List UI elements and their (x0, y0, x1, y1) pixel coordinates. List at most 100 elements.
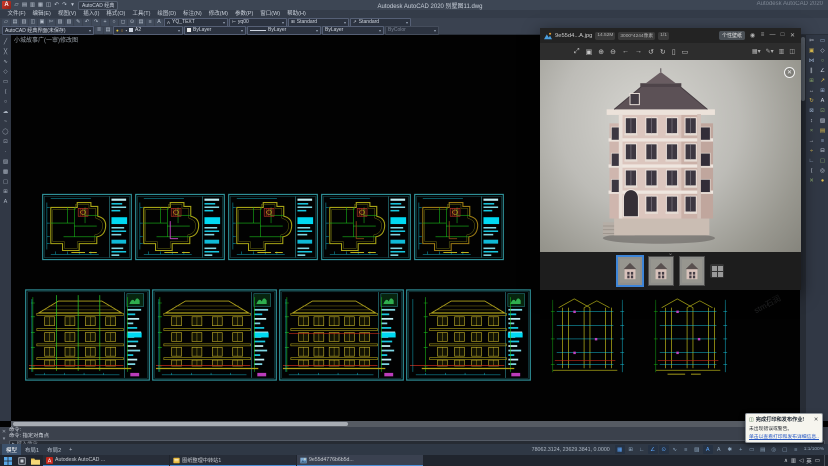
annotation-monitor-icon[interactable]: + (736, 445, 746, 454)
customize-command-icon[interactable]: ✕ (2, 429, 6, 435)
copy-icon[interactable]: ▨ (56, 19, 64, 26)
menu-item[interactable]: 视图(V) (54, 10, 79, 18)
open-file-icon[interactable]: ▤ (21, 1, 28, 9)
move-icon[interactable]: ↔ (807, 87, 816, 95)
group-icon[interactable]: ◎ (818, 167, 827, 175)
zoom-in-icon[interactable]: ⊕ (598, 48, 604, 56)
menu-item[interactable]: 工具(T) (129, 10, 154, 18)
copy-object-icon[interactable]: ▣ (807, 47, 816, 55)
close-icon[interactable]: ✕ (813, 417, 819, 423)
redo-icon[interactable]: ↷ (92, 19, 100, 26)
dim-linear-icon[interactable]: ▭ (818, 37, 827, 45)
start-button[interactable] (1, 455, 14, 466)
qat-dropdown-icon[interactable]: ▾ (69, 1, 76, 9)
zoom-window-icon[interactable]: ◻ (119, 19, 127, 26)
image-tools-menu[interactable]: ▦▾ (752, 48, 761, 55)
rotate-right-icon[interactable]: ↻ (660, 48, 666, 56)
block-icon[interactable]: ⊡ (818, 107, 827, 115)
show-desktop-button[interactable] (824, 455, 827, 466)
dim-angular-icon[interactable]: ∠ (818, 67, 827, 75)
dim-aligned-icon[interactable]: ◇ (818, 47, 827, 55)
layer-states-icon[interactable]: ▤ (104, 27, 112, 34)
fit-window-icon[interactable]: ▣ (586, 48, 593, 56)
osnap-toggle[interactable]: ⊙ (659, 445, 669, 454)
hatch2-icon[interactable]: ▨ (818, 117, 827, 125)
tray-volume-icon[interactable]: ◁ (799, 458, 803, 464)
revision-cloud-icon[interactable]: ☁ (1, 108, 10, 116)
pan-icon[interactable]: + (101, 19, 109, 26)
snap-toggle[interactable]: ⊞ (626, 445, 636, 454)
cut-icon[interactable]: ✄ (47, 19, 55, 26)
tray-ime-icon[interactable]: 英 (806, 457, 812, 465)
menu-item[interactable]: 文件(F) (4, 10, 29, 18)
workspace-chip[interactable]: AutoCAD 经典 (78, 1, 118, 10)
plot-preview-icon[interactable]: ▣ (38, 19, 46, 26)
table-icon[interactable]: ⊞ (1, 188, 10, 196)
trim-icon[interactable]: × (807, 127, 816, 135)
thumbnail-3[interactable] (679, 256, 705, 286)
close-icon[interactable]: ✕ (788, 32, 797, 39)
multiline-text-icon[interactable]: A (1, 198, 10, 206)
menu-item[interactable]: 修改(M) (205, 10, 231, 18)
layout-tab-布局2[interactable]: 布局2 (43, 444, 65, 455)
next-image-icon[interactable]: → (635, 48, 642, 56)
zoom-realtime-icon[interactable]: ○ (110, 19, 118, 26)
layout-tab-布局1[interactable]: 布局1 (21, 444, 43, 455)
chamfer-icon[interactable]: ∟ (807, 157, 816, 165)
customization-icon[interactable]: ≡ (791, 445, 801, 454)
prev-image-icon[interactable]: ← (622, 48, 629, 56)
match-properties-icon[interactable]: ✎ (74, 19, 82, 26)
insert-block-icon[interactable]: ⊡ (1, 138, 10, 146)
region2-icon[interactable]: ▢ (818, 157, 827, 165)
circle-icon[interactable]: ○ (1, 98, 10, 106)
scale-icon[interactable]: ⊠ (807, 107, 816, 115)
array-icon[interactable]: ⊞ (807, 77, 816, 85)
isolate-objects-icon[interactable]: ◎ (769, 445, 779, 454)
redo-icon[interactable]: ↷ (61, 1, 68, 9)
explode-icon[interactable]: ✕ (807, 177, 816, 185)
point-icon[interactable]: · (1, 148, 10, 156)
zoom-out-icon[interactable]: ⊖ (610, 48, 616, 56)
osnap-settings-icon[interactable]: ● (818, 177, 827, 185)
thumbnail-1[interactable] (617, 256, 643, 286)
rotate-icon[interactable]: ↻ (807, 97, 816, 105)
thumbnail-grid-button[interactable] (710, 264, 724, 278)
annotation-scale-chip[interactable]: 1:1/100% (802, 447, 826, 452)
taskbar-app-folder[interactable]: 图纸整理中转站1 (170, 455, 296, 466)
erase-icon[interactable]: ✄ (807, 37, 816, 45)
menu-item[interactable]: 窗口(W) (257, 10, 284, 18)
autocad-logo-icon[interactable]: A (2, 1, 11, 9)
thumbnail-2[interactable] (648, 256, 674, 286)
plot-icon[interactable]: ◫ (45, 1, 52, 9)
wallpaper-button[interactable]: 个性壁纸 (719, 31, 745, 40)
line-icon[interactable]: ╱ (1, 38, 10, 46)
annotation-visibility-toggle[interactable]: A (703, 445, 713, 454)
taskbar-app-viewer[interactable]: 9e55d4776b6b5d... (297, 455, 423, 466)
spline-icon[interactable]: ~ (1, 118, 10, 126)
maximize-icon[interactable]: □ (778, 32, 787, 39)
rotate-left-icon[interactable]: ↺ (648, 48, 654, 56)
delete-icon[interactable]: ▯ (672, 48, 676, 56)
properties2-icon[interactable]: ▤ (818, 127, 827, 135)
lineweight-combo[interactable]: ByLayer ▾ (322, 26, 384, 35)
table-style-icon[interactable]: ⊞ (818, 87, 827, 95)
ellipse-icon[interactable]: ◯ (1, 128, 10, 136)
gradient-icon[interactable]: ▩ (1, 168, 10, 176)
plot-icon[interactable]: ◫ (29, 19, 37, 26)
polyline-icon[interactable]: ∿ (1, 58, 10, 66)
dim-radius-icon[interactable]: ○ (818, 57, 827, 65)
user-avatar-icon[interactable]: ◉ (748, 32, 757, 39)
undo-icon[interactable]: ↶ (53, 1, 60, 9)
layer-properties-icon[interactable]: ≣ (95, 27, 103, 34)
save-as-icon[interactable]: ▦ (37, 1, 44, 9)
color-combo[interactable]: ByLayer ▾ (184, 26, 246, 35)
transparency-toggle[interactable]: ▨ (692, 445, 702, 454)
taskbar-app-autocad[interactable]: AAutodesk AutoCAD ... (43, 455, 169, 466)
mirror-icon[interactable]: ⋈ (807, 57, 816, 65)
menu-item[interactable]: 参数(P) (231, 10, 256, 18)
tray-note-icon[interactable]: ▭ (815, 458, 820, 464)
save-icon[interactable]: ▥ (20, 19, 28, 26)
fullscreen-icon[interactable]: ⤢ (574, 48, 580, 56)
text-style-icon[interactable]: A (155, 19, 163, 26)
minimize-icon[interactable]: — (768, 32, 777, 39)
